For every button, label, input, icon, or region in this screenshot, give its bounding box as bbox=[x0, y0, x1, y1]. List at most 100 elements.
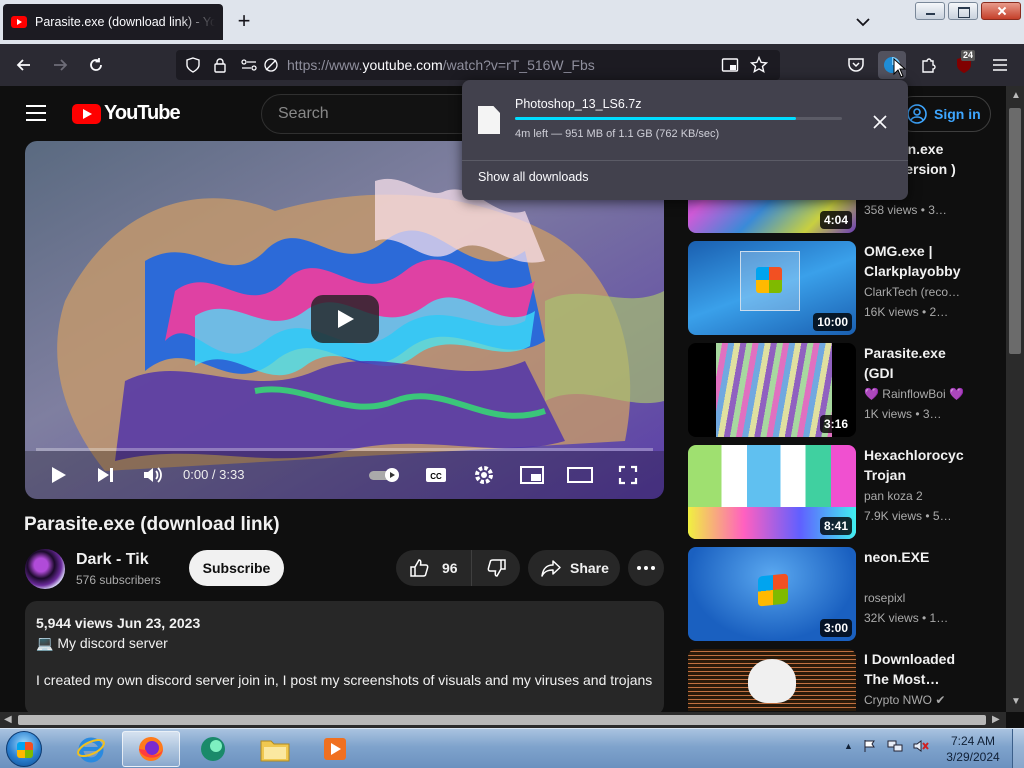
taskbar-media-player[interactable] bbox=[306, 731, 364, 767]
like-button[interactable]: 96 bbox=[396, 550, 472, 586]
show-hidden-icons-icon[interactable]: ▲ bbox=[844, 741, 853, 751]
play-icon bbox=[52, 467, 66, 483]
video-thumbnail: 3:16 bbox=[688, 343, 856, 437]
tracking-protection-shield-icon[interactable] bbox=[184, 56, 202, 74]
lock-icon[interactable] bbox=[211, 56, 229, 74]
picture-in-picture-icon[interactable] bbox=[721, 56, 739, 74]
recommendation-item[interactable]: 3:16 Parasite.exe (GDI "Malware… 💜 Rainf… bbox=[688, 343, 978, 437]
closed-captions-icon: CC bbox=[426, 468, 446, 482]
fullscreen-icon bbox=[618, 465, 638, 485]
action-center-flag-icon[interactable] bbox=[863, 739, 877, 753]
autoplay-blocked-icon[interactable] bbox=[262, 56, 280, 74]
vertical-scrollbar[interactable]: ▲ ▼ bbox=[1006, 86, 1024, 712]
recommendation-item[interactable]: I Downloaded The Most… Crypto NWO ✔ bbox=[688, 649, 978, 711]
permissions-icon[interactable] bbox=[240, 56, 258, 74]
duration-badge: 10:00 bbox=[813, 313, 852, 331]
taskbar-internet-explorer[interactable] bbox=[62, 731, 120, 767]
restore-button[interactable] bbox=[948, 2, 978, 20]
settings-button[interactable] bbox=[471, 463, 497, 487]
channel-avatar[interactable] bbox=[25, 549, 65, 589]
more-actions-button[interactable] bbox=[628, 550, 664, 586]
network-icon[interactable] bbox=[887, 739, 903, 753]
cancel-download-button[interactable] bbox=[866, 108, 894, 136]
bookmark-star-icon[interactable] bbox=[750, 56, 768, 74]
extensions-button[interactable] bbox=[916, 52, 942, 78]
scroll-right-arrow-icon[interactable]: ▶ bbox=[992, 714, 1000, 725]
downloads-panel: Photoshop_13_LS6.7z 4m left — 951 MB of … bbox=[462, 80, 908, 200]
reload-button[interactable] bbox=[83, 52, 109, 78]
recommendation-channel: rosepixl bbox=[864, 591, 906, 605]
scroll-left-arrow-icon[interactable]: ◀ bbox=[4, 714, 12, 725]
guide-menu-button[interactable] bbox=[26, 105, 46, 121]
recommendation-item[interactable]: 10:00 OMG.exe | Clarkplayobby ClarkTech … bbox=[688, 241, 978, 335]
subscribe-button[interactable]: Subscribe bbox=[189, 550, 284, 586]
gear-icon bbox=[475, 466, 493, 484]
download-filename[interactable]: Photoshop_13_LS6.7z bbox=[515, 97, 642, 111]
minimize-button[interactable] bbox=[915, 2, 945, 20]
list-all-tabs-button[interactable] bbox=[852, 12, 874, 32]
share-button[interactable]: Share bbox=[528, 550, 620, 586]
video-thumbnail: 8:41 bbox=[688, 445, 856, 539]
url-host: youtube.com bbox=[362, 57, 443, 73]
system-tray: ▲ bbox=[844, 739, 929, 753]
windows-logo-icon bbox=[756, 267, 782, 293]
app-menu-button[interactable] bbox=[987, 52, 1013, 78]
taskbar-file-explorer[interactable] bbox=[246, 731, 304, 767]
tab-title: Parasite.exe (download link) - YouTube bbox=[35, 15, 215, 29]
recommendation-views: 32K views • 1… bbox=[864, 611, 949, 625]
show-all-downloads-link[interactable]: Show all downloads bbox=[478, 170, 589, 184]
video-thumbnail bbox=[688, 649, 856, 711]
play-button[interactable] bbox=[46, 463, 72, 487]
volume-muted-icon[interactable] bbox=[913, 739, 929, 753]
recommendation-title: Hexachlorocyclohexane Trojan bbox=[864, 447, 964, 483]
share-label: Share bbox=[570, 560, 609, 576]
miniplayer-button[interactable] bbox=[519, 463, 545, 487]
scroll-down-arrow-icon[interactable]: ▼ bbox=[1011, 696, 1021, 707]
hamburger-menu-icon bbox=[993, 59, 1007, 71]
large-play-button[interactable] bbox=[311, 295, 379, 343]
download-status: 4m left — 951 MB of 1.1 GB (762 KB/sec) bbox=[515, 128, 720, 140]
download-progress-fill bbox=[515, 117, 797, 120]
start-button[interactable] bbox=[6, 731, 42, 767]
captions-button[interactable]: CC bbox=[423, 463, 449, 487]
taskbar-firefox[interactable] bbox=[122, 731, 180, 767]
youtube-logo[interactable]: YouTube bbox=[72, 102, 181, 125]
show-desktop-button[interactable] bbox=[1012, 729, 1024, 768]
taskbar-app-green[interactable] bbox=[184, 731, 242, 767]
fullscreen-button[interactable] bbox=[615, 463, 641, 487]
dislike-button[interactable] bbox=[473, 550, 520, 586]
account-circle-icon bbox=[907, 104, 927, 124]
glitch-thumbnail-art bbox=[716, 343, 832, 437]
duration-badge: 3:00 bbox=[819, 619, 852, 637]
description-discord-line: 💻 My discord server bbox=[36, 635, 168, 651]
taskbar-clock[interactable]: 7:24 AM 3/29/2024 bbox=[940, 733, 1006, 765]
theater-mode-button[interactable] bbox=[567, 463, 593, 487]
seek-bar[interactable] bbox=[36, 448, 653, 451]
next-video-button[interactable] bbox=[93, 463, 119, 487]
pocket-button[interactable] bbox=[843, 52, 869, 78]
scroll-up-arrow-icon[interactable]: ▲ bbox=[1011, 90, 1021, 101]
video-thumbnail: 10:00 bbox=[688, 241, 856, 335]
forward-button[interactable] bbox=[47, 52, 73, 78]
duration-badge: 4:04 bbox=[819, 211, 852, 229]
back-button[interactable] bbox=[11, 52, 37, 78]
recommendation-item[interactable]: 8:41 Hexachlorocyclohexane Trojan pan ko… bbox=[688, 445, 978, 539]
url-text[interactable]: https://www.youtube.com/watch?v=rT_516W_… bbox=[287, 57, 595, 73]
horizontal-scrollbar[interactable]: ◀ ▶ bbox=[0, 712, 1006, 728]
sign-in-button[interactable]: Sign in bbox=[895, 96, 991, 132]
vertical-scroll-thumb[interactable] bbox=[1009, 108, 1021, 354]
back-arrow-icon bbox=[16, 59, 30, 71]
autoplay-toggle[interactable] bbox=[368, 463, 404, 487]
address-bar[interactable]: https://www.youtube.com/watch?v=rT_516W_… bbox=[176, 50, 780, 80]
recommendation-item[interactable]: 3:00 neon.EXE rosepixl 32K views • 1… bbox=[688, 547, 978, 641]
recommendation-channel: 💜 RainflowBoi 💜 bbox=[864, 387, 964, 401]
horizontal-scroll-thumb[interactable] bbox=[18, 715, 986, 725]
close-window-button[interactable] bbox=[981, 2, 1021, 20]
video-description[interactable]: 5,944 views Jun 23, 2023 💻 My discord se… bbox=[25, 601, 664, 716]
pocket-icon bbox=[848, 58, 864, 72]
channel-name[interactable]: Dark - Tik bbox=[76, 551, 149, 569]
mute-button[interactable] bbox=[140, 463, 166, 487]
ublock-extension-button[interactable]: 24 bbox=[951, 50, 977, 78]
browser-tab[interactable]: Parasite.exe (download link) - YouTube bbox=[3, 4, 223, 40]
new-tab-button[interactable]: + bbox=[233, 10, 255, 32]
